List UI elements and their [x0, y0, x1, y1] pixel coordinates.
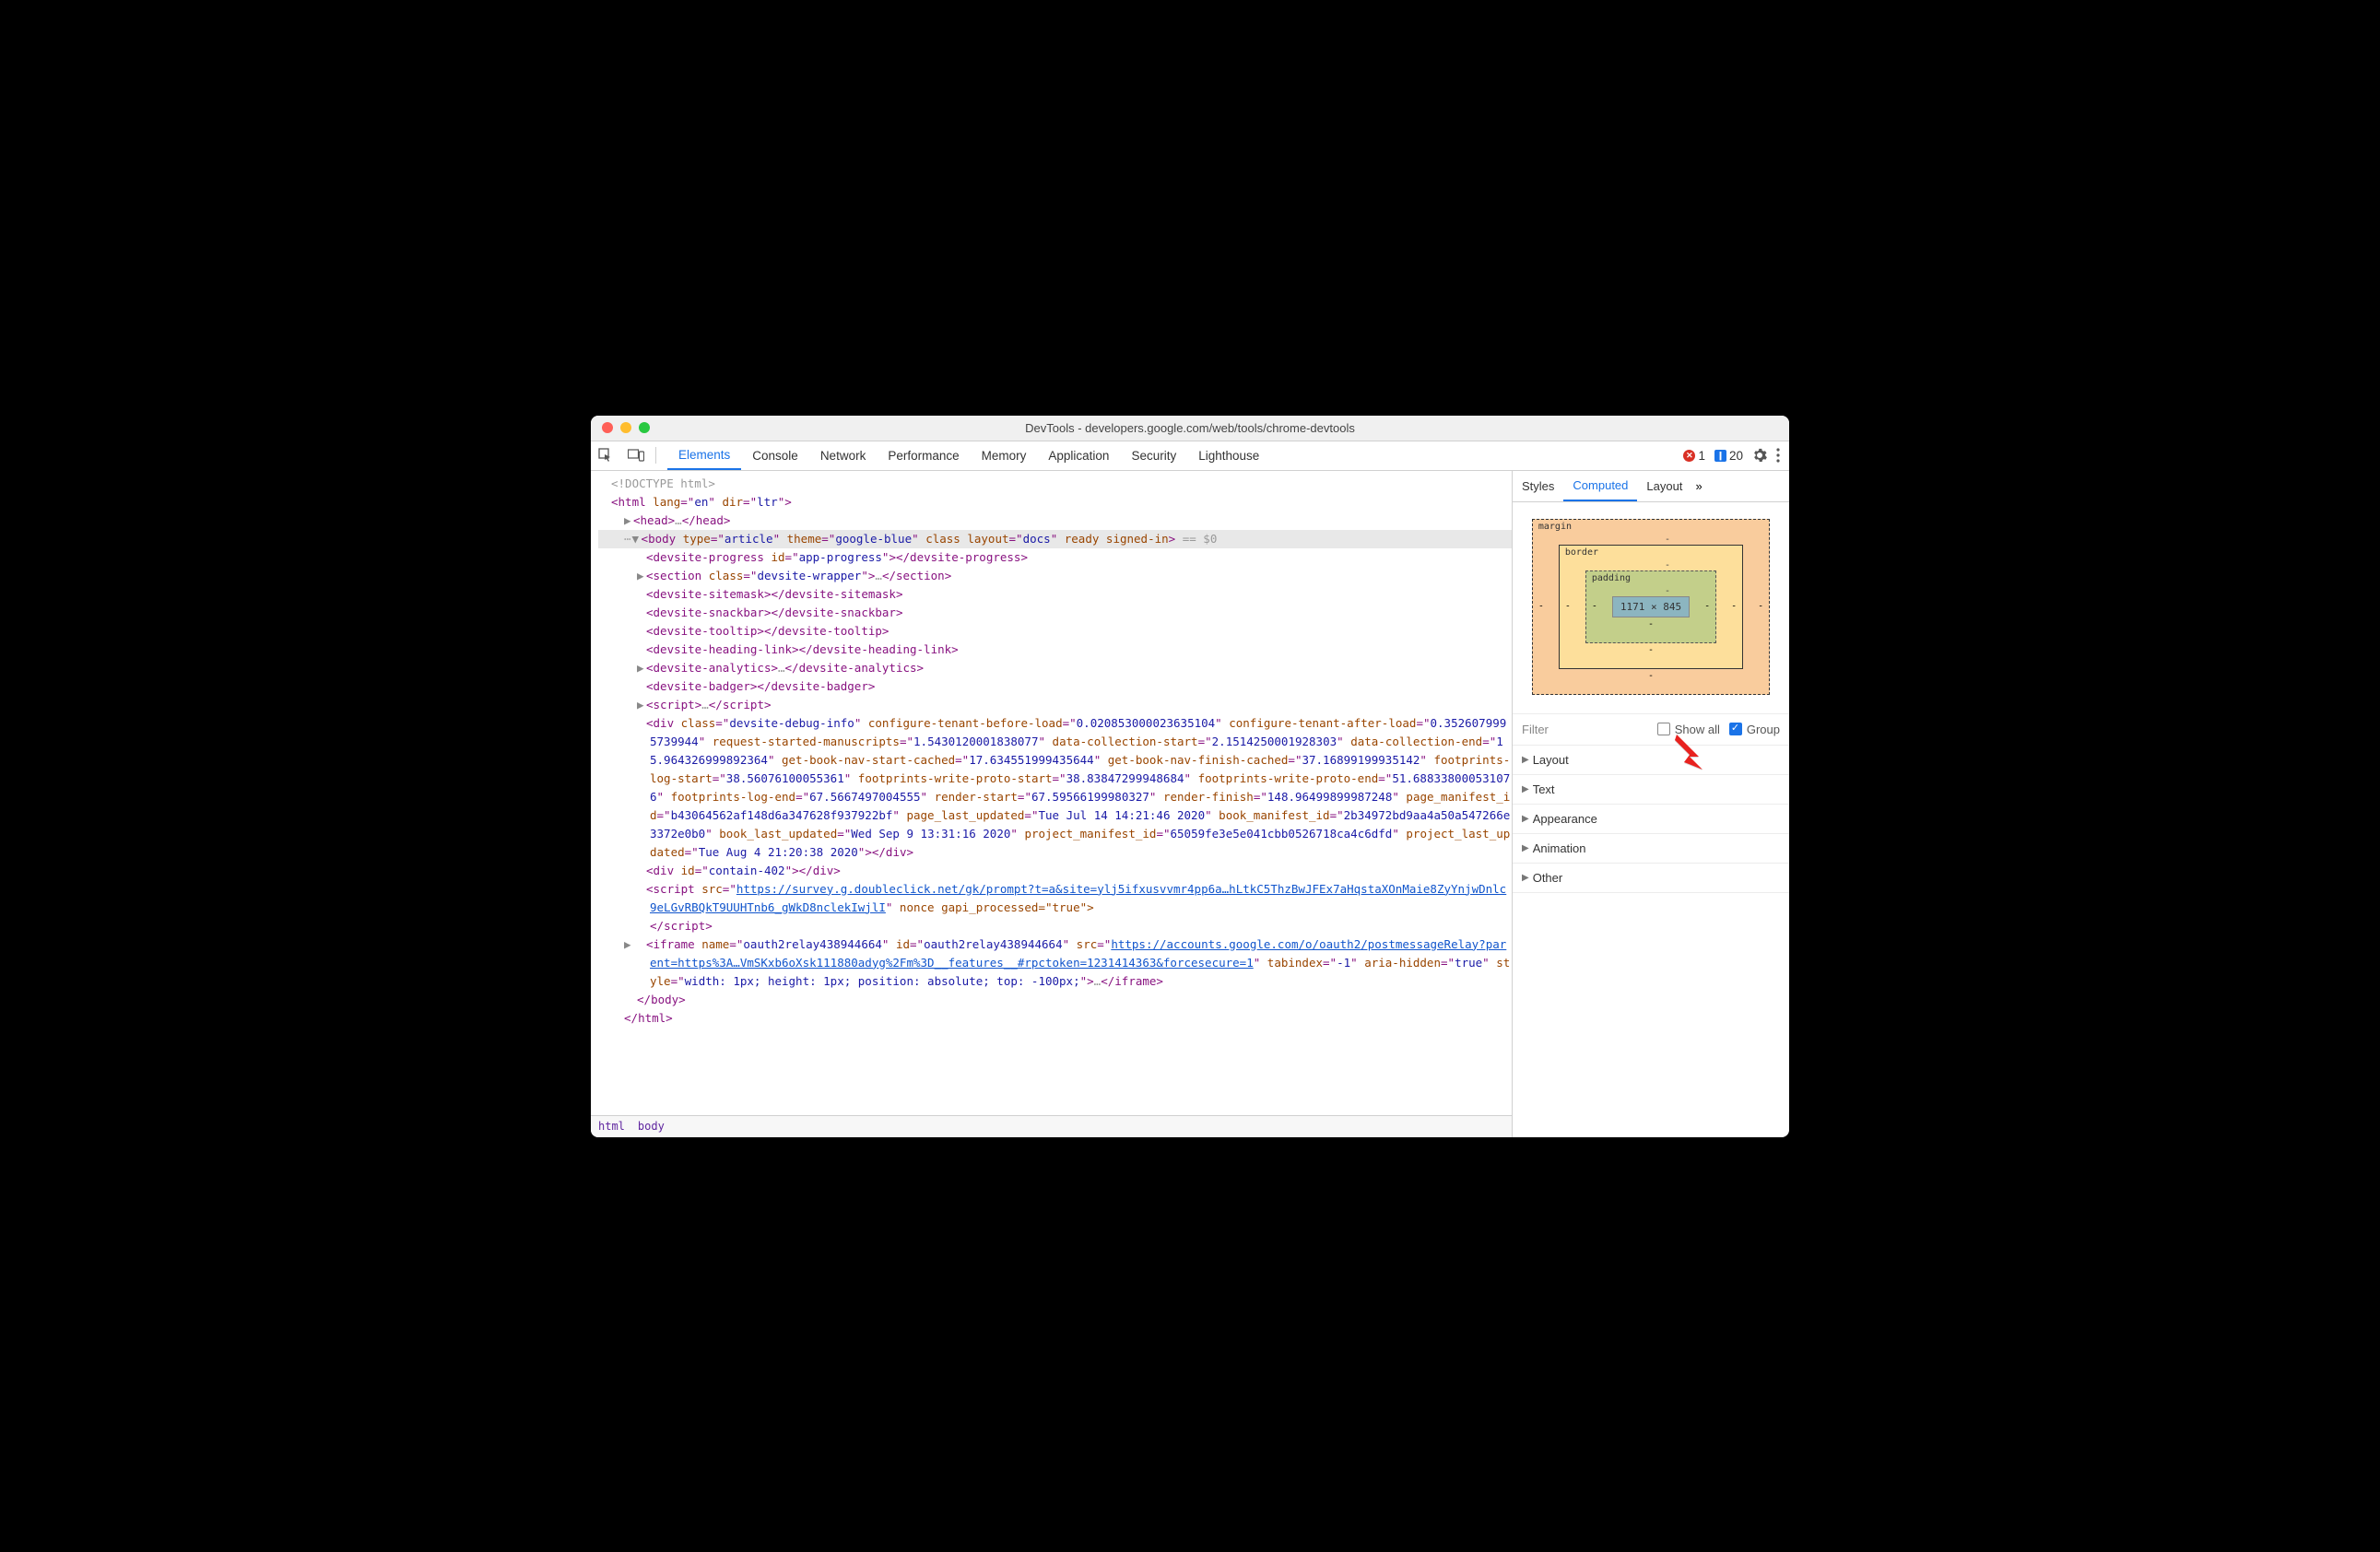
tab-elements[interactable]: Elements: [667, 441, 741, 470]
more-tabs-icon[interactable]: »: [1695, 479, 1702, 493]
tab-network[interactable]: Network: [809, 441, 878, 470]
computed-filter-row: Filter Show all Group: [1513, 714, 1789, 746]
box-model-margin-label: margin: [1538, 522, 1572, 532]
box-model-margin-top: -: [1665, 535, 1670, 545]
chevron-right-icon: ▶: [1522, 755, 1529, 765]
chevron-right-icon: ▶: [1522, 814, 1529, 824]
box-model-padding-label: padding: [1592, 573, 1631, 583]
crumb-html[interactable]: html: [598, 1120, 625, 1133]
dom-tree[interactable]: <!DOCTYPE html><html lang="en" dir="ltr"…: [591, 471, 1512, 1115]
box-model-border-bottom: -: [1585, 645, 1716, 655]
sidebar-tab-computed[interactable]: Computed: [1563, 471, 1637, 501]
box-model-margin-bottom: -: [1559, 671, 1743, 681]
content-area: <!DOCTYPE html><html lang="en" dir="ltr"…: [591, 471, 1789, 1137]
box-model-border-label: border: [1565, 547, 1598, 558]
box-model: margin - - - border - - - padding -: [1513, 502, 1789, 714]
error-count: 1: [1698, 449, 1705, 463]
sidebar-tab-layout[interactable]: Layout: [1637, 471, 1691, 501]
breadcrumb: html body: [591, 1115, 1512, 1137]
window-controls: [591, 422, 650, 433]
inspect-icon[interactable]: [591, 441, 620, 470]
window-title: DevTools - developers.google.com/web/too…: [591, 421, 1789, 435]
tab-performance[interactable]: Performance: [877, 441, 970, 470]
box-model-padding-top: -: [1665, 586, 1670, 596]
box-model-content: 1171 × 845: [1612, 596, 1690, 617]
box-model-margin-right: -: [1758, 602, 1763, 612]
kebab-menu-icon[interactable]: [1776, 448, 1780, 463]
devtools-window: DevTools - developers.google.com/web/too…: [591, 416, 1789, 1137]
chevron-right-icon: ▶: [1522, 873, 1529, 883]
maximize-window-button[interactable]: [639, 422, 650, 433]
tab-application[interactable]: Application: [1037, 441, 1120, 470]
tab-memory[interactable]: Memory: [971, 441, 1038, 470]
filter-input[interactable]: Filter: [1522, 723, 1648, 736]
divider: [655, 447, 656, 464]
sidebar-tabs: StylesComputedLayout »: [1513, 471, 1789, 502]
computed-group-animation[interactable]: ▶ Animation: [1513, 834, 1789, 864]
tab-security[interactable]: Security: [1120, 441, 1187, 470]
computed-group-appearance[interactable]: ▶ Appearance: [1513, 805, 1789, 834]
error-indicator[interactable]: ✕ 1: [1683, 449, 1705, 463]
message-icon: ❙: [1714, 450, 1726, 462]
box-model-margin-left: -: [1538, 602, 1544, 612]
box-model-padding-bottom: -: [1612, 619, 1690, 629]
panel-tabs: ElementsConsoleNetworkPerformanceMemoryA…: [660, 441, 1270, 470]
box-model-border-left: -: [1565, 602, 1571, 612]
computed-group-other[interactable]: ▶ Other: [1513, 864, 1789, 893]
chevron-right-icon: ▶: [1522, 843, 1529, 853]
box-model-border-top: -: [1665, 560, 1670, 570]
settings-icon[interactable]: [1752, 448, 1767, 463]
error-icon: ✕: [1683, 450, 1695, 462]
show-all-checkbox[interactable]: Show all: [1657, 723, 1720, 736]
computed-groups: ▶ Layout▶ Text▶ Appearance▶ Animation▶ O…: [1513, 746, 1789, 1137]
elements-panel: <!DOCTYPE html><html lang="en" dir="ltr"…: [591, 471, 1513, 1137]
box-model-border-right: -: [1731, 602, 1737, 612]
message-indicator[interactable]: ❙ 20: [1714, 449, 1743, 463]
minimize-window-button[interactable]: [620, 422, 631, 433]
crumb-body[interactable]: body: [638, 1120, 665, 1133]
computed-group-text[interactable]: ▶ Text: [1513, 775, 1789, 805]
group-checkbox[interactable]: Group: [1729, 723, 1780, 736]
close-window-button[interactable]: [602, 422, 613, 433]
group-label: Group: [1747, 723, 1780, 736]
box-model-padding-right: -: [1704, 602, 1710, 612]
sidebar-tab-styles[interactable]: Styles: [1513, 471, 1563, 501]
device-toggle-icon[interactable]: [620, 441, 652, 470]
styles-sidebar: StylesComputedLayout » margin - - - borde…: [1513, 471, 1789, 1137]
computed-group-layout[interactable]: ▶ Layout: [1513, 746, 1789, 775]
message-count: 20: [1729, 449, 1743, 463]
tab-lighthouse[interactable]: Lighthouse: [1187, 441, 1270, 470]
tab-console[interactable]: Console: [741, 441, 809, 470]
titlebar: DevTools - developers.google.com/web/too…: [591, 416, 1789, 441]
main-toolbar: ElementsConsoleNetworkPerformanceMemoryA…: [591, 441, 1789, 471]
box-model-padding-left: -: [1592, 602, 1597, 612]
chevron-right-icon: ▶: [1522, 784, 1529, 794]
show-all-label: Show all: [1675, 723, 1720, 736]
